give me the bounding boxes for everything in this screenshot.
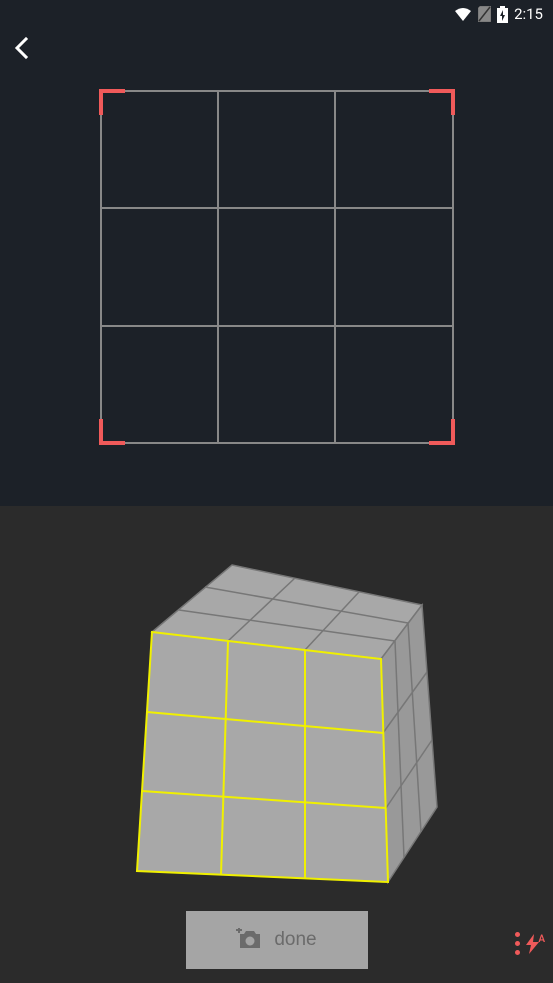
grid-cell xyxy=(101,208,218,325)
capture-grid[interactable] xyxy=(100,90,454,444)
cube-3d xyxy=(107,550,447,910)
status-bar: 2:15 xyxy=(0,0,553,28)
sim-icon xyxy=(478,6,491,22)
corner-marker-br xyxy=(429,419,455,445)
wifi-icon xyxy=(454,7,472,21)
capture-viewport xyxy=(0,28,553,506)
flash-mode-button[interactable]: A xyxy=(526,934,545,954)
done-button-label: done xyxy=(274,929,316,951)
camera-add-icon xyxy=(236,928,264,952)
flash-mode-label: A xyxy=(538,934,545,945)
menu-button[interactable] xyxy=(515,932,520,955)
menu-dot-icon xyxy=(515,950,520,955)
grid-cell xyxy=(218,91,335,208)
status-time: 2:15 xyxy=(514,5,543,23)
corner-marker-tl xyxy=(99,89,125,115)
corner-marker-bl xyxy=(99,419,125,445)
done-button[interactable]: done xyxy=(186,911,368,969)
menu-dot-icon xyxy=(515,932,520,937)
cube-front-face xyxy=(137,632,388,882)
cube-preview-section: done A xyxy=(0,506,553,983)
back-button[interactable] xyxy=(6,32,38,64)
menu-dot-icon xyxy=(515,941,520,946)
chevron-left-icon xyxy=(10,36,34,60)
corner-marker-tr xyxy=(429,89,455,115)
grid-cell xyxy=(335,208,452,325)
battery-charging-icon xyxy=(497,6,508,23)
grid-cell xyxy=(218,208,335,325)
bottom-controls: A xyxy=(515,932,545,955)
grid-cell xyxy=(218,326,335,443)
grid-overlay xyxy=(100,90,454,444)
cube-viewport[interactable] xyxy=(0,545,553,915)
